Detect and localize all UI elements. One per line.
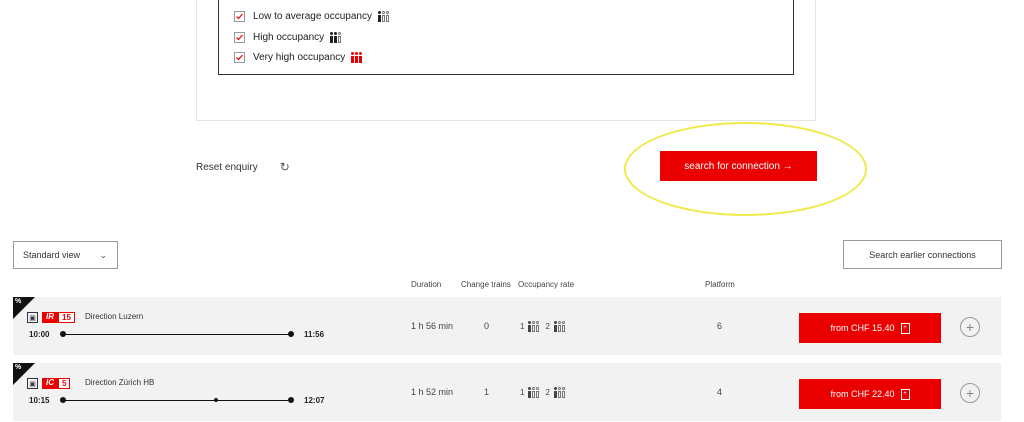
duration-value: 1 h 56 min	[411, 321, 454, 331]
line-badge: IC 5	[42, 378, 71, 389]
view-select[interactable]: Standard view ⌄	[13, 241, 118, 269]
occupancy-icon	[528, 387, 540, 398]
filter-high-occupancy[interactable]: High occupancy	[234, 29, 342, 45]
filter-label: High occupancy	[253, 31, 325, 43]
connection-row[interactable]: % ▣ IR 15 Direction Luzern 10:00 11:56 1…	[13, 297, 1001, 355]
train-icon: ▣	[27, 378, 38, 389]
occupancy-icon	[528, 321, 540, 332]
timeline	[63, 400, 291, 401]
occupancy-high-icon	[330, 31, 342, 43]
checkbox-low-occupancy[interactable]	[234, 10, 245, 22]
occupancy-low-icon	[377, 10, 389, 22]
connection-row[interactable]: % ▣ IC 5 Direction Zürich HB 10:15 12:07…	[13, 363, 1001, 421]
timeline	[63, 334, 291, 335]
highlight-ellipse	[624, 122, 867, 216]
arrival-time: 12:07	[304, 396, 325, 405]
direction-text: Direction Zürich HB	[85, 378, 155, 387]
ticket-icon: +	[900, 322, 910, 334]
platform-value: 6	[717, 321, 723, 331]
start-dot	[60, 397, 66, 403]
filter-low-occupancy[interactable]: Low to average occupancy	[234, 8, 389, 24]
reset-label: Reset enquiry	[196, 161, 258, 173]
occupancy-value: 1 2	[520, 387, 565, 398]
change-dot	[214, 398, 218, 402]
expand-plus-icon[interactable]: +	[960, 383, 980, 403]
reset-enquiry[interactable]: Reset enquiry ↻	[196, 160, 290, 174]
expand-plus-icon[interactable]: +	[960, 317, 980, 337]
changes-value: 0	[484, 321, 490, 331]
chevron-down-icon: ⌄	[99, 250, 107, 260]
occupancy-icon	[553, 321, 565, 332]
occupancy-filter-box: Low to average occupancy High occupancy …	[218, 0, 794, 75]
filter-very-high-occupancy[interactable]: Very high occupancy	[234, 49, 363, 65]
checkbox-high-occupancy[interactable]	[234, 31, 245, 43]
view-select-value: Standard view	[23, 250, 81, 260]
changes-value: 1	[484, 387, 490, 397]
duration-value: 1 h 52 min	[411, 387, 454, 397]
occupancy-very-high-icon	[351, 51, 363, 63]
direction-text: Direction Luzern	[85, 312, 144, 321]
arrival-time: 11:56	[304, 330, 325, 339]
end-dot	[288, 331, 294, 337]
search-earlier-button[interactable]: Search earlier connections	[843, 240, 1002, 269]
ticket-icon: +	[900, 388, 910, 400]
checkbox-very-high-occupancy[interactable]	[234, 51, 245, 63]
occupancy-icon	[553, 387, 565, 398]
platform-value: 4	[717, 387, 723, 397]
end-dot	[288, 397, 294, 403]
departure-time: 10:00	[29, 330, 50, 339]
filter-label: Very high occupancy	[253, 51, 346, 63]
train-icon: ▣	[27, 312, 38, 323]
line-badge: IR 15	[42, 312, 75, 323]
filter-label: Low to average occupancy	[253, 10, 372, 22]
occupancy-value: 1 2	[520, 321, 565, 332]
column-occupancy: Occupancy rate	[518, 280, 575, 289]
refresh-icon[interactable]: ↻	[280, 160, 290, 174]
fare-button[interactable]: from CHF 22.40 +	[799, 379, 941, 409]
column-change-trains: Change trains	[461, 280, 511, 289]
column-duration: Duration	[411, 280, 442, 289]
start-dot	[60, 331, 66, 337]
departure-time: 10:15	[29, 396, 50, 405]
fare-button[interactable]: from CHF 15.40 +	[799, 313, 941, 343]
column-platform: Platform	[705, 280, 735, 289]
